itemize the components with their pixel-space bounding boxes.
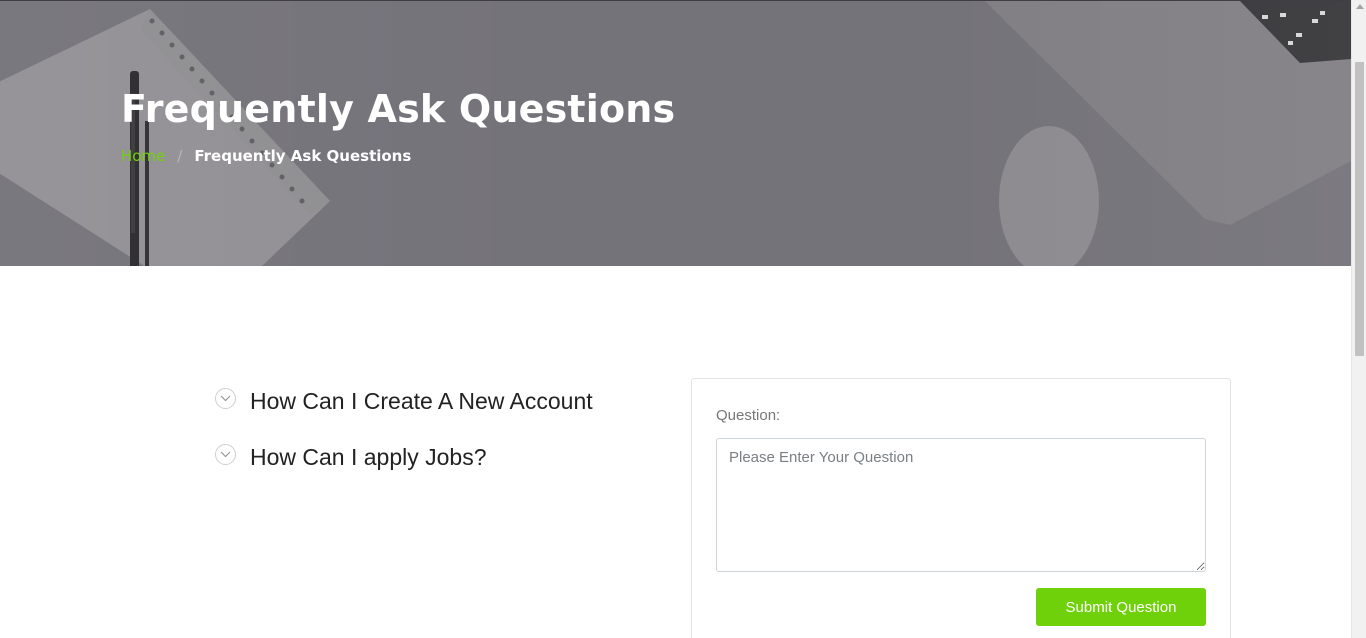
page-banner: Frequently Ask Questions Home / Frequent… [0,0,1351,266]
scroll-up-arrow-icon[interactable] [1356,4,1364,9]
page-title: Frequently Ask Questions [121,87,676,131]
banner-overlay [0,1,1351,266]
breadcrumb-current: Frequently Ask Questions [194,147,412,165]
chevron-down-icon[interactable] [215,387,236,409]
chevron-down-icon[interactable] [215,443,236,465]
breadcrumb-separator: / [177,147,183,165]
faq-question[interactable]: How Can I apply Jobs? [250,444,487,471]
question-textarea[interactable] [716,438,1206,572]
scrollbar-thumb[interactable] [1355,62,1364,356]
question-label: Question: [716,407,781,424]
faq-item[interactable]: How Can I Create A New Account [215,383,665,419]
submit-question-button[interactable]: Submit Question [1036,588,1206,626]
question-form: Question: Submit Question [691,378,1231,638]
faq-question[interactable]: How Can I Create A New Account [250,388,593,415]
breadcrumb-home-link[interactable]: Home [121,147,165,165]
page: Frequently Ask Questions Home / Frequent… [0,0,1366,638]
faq-list: How Can I Create A New Account How Can I… [215,383,665,495]
breadcrumb: Home / Frequently Ask Questions [121,147,411,165]
faq-item[interactable]: How Can I apply Jobs? [215,439,665,475]
vertical-scrollbar[interactable] [1351,0,1366,638]
